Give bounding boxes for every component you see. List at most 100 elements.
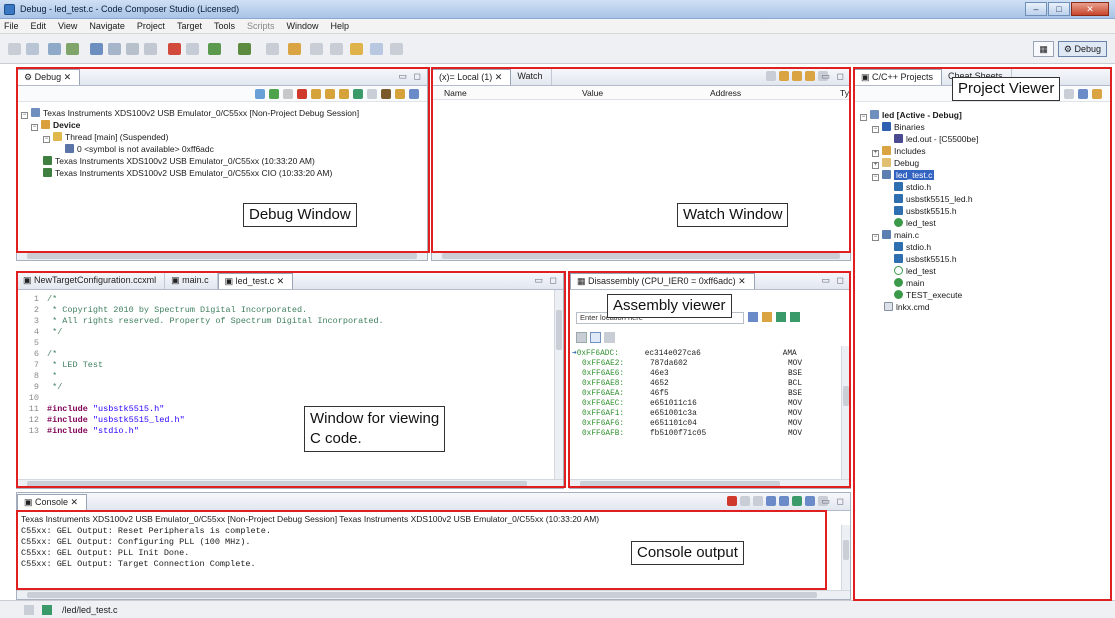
menu-tools[interactable]: Tools bbox=[214, 19, 235, 33]
tree-item-led-out[interactable]: led.out - [C5500be] bbox=[894, 134, 978, 145]
tree-item-binaries[interactable]: − Binaries bbox=[872, 122, 925, 133]
filter-icon[interactable] bbox=[1092, 89, 1102, 99]
remove-expression-icon[interactable] bbox=[792, 71, 802, 81]
terminate-icon[interactable] bbox=[727, 496, 737, 506]
skip-icon[interactable] bbox=[186, 43, 199, 55]
vertical-scrollbar[interactable] bbox=[841, 346, 850, 479]
clear-console-icon[interactable] bbox=[753, 496, 763, 506]
check-icon[interactable] bbox=[42, 605, 52, 615]
collapse-icon[interactable]: − bbox=[872, 126, 879, 133]
tree-item-test-execute[interactable]: TEST_execute bbox=[894, 290, 962, 301]
tree-item-stdio-h-2[interactable]: stdio.h bbox=[894, 242, 931, 253]
prev-annotation-icon[interactable] bbox=[330, 43, 343, 55]
horizontal-scrollbar[interactable] bbox=[432, 251, 850, 260]
connect-icon[interactable] bbox=[395, 89, 405, 99]
tree-item-led-test-fn[interactable]: led_test bbox=[894, 218, 936, 229]
restart-icon[interactable] bbox=[126, 43, 139, 55]
go-icon[interactable] bbox=[748, 312, 758, 322]
view-minmax-icon[interactable]: ▭ ◻ bbox=[822, 496, 846, 507]
view-minmax-icon[interactable]: ▭ ◻ bbox=[399, 71, 423, 82]
tree-item-debug-folder[interactable]: + Debug bbox=[872, 158, 919, 169]
collapse-icon[interactable]: − bbox=[21, 112, 28, 119]
next-annotation-icon[interactable] bbox=[310, 43, 323, 55]
column-name[interactable]: Name bbox=[444, 88, 467, 98]
tab-watch[interactable]: Watch bbox=[511, 69, 552, 85]
restart-icon[interactable] bbox=[381, 89, 391, 99]
collapse-icon[interactable]: − bbox=[872, 174, 879, 181]
menu-window[interactable]: Window bbox=[286, 19, 318, 33]
tree-item-cio[interactable]: Texas Instruments XDS100v2 USB Emulator_… bbox=[43, 168, 332, 179]
reset-icon[interactable] bbox=[144, 43, 157, 55]
collapse-icon[interactable]: − bbox=[31, 124, 38, 131]
run-icon[interactable] bbox=[208, 43, 221, 55]
column-type[interactable]: Ty bbox=[840, 88, 849, 98]
forward-icon[interactable] bbox=[390, 43, 403, 55]
debug-perspective-button[interactable]: ⚙ Debug bbox=[1057, 41, 1107, 57]
resume-icon[interactable] bbox=[269, 89, 279, 99]
pin-icon[interactable] bbox=[288, 43, 301, 55]
menu-scripts[interactable]: Scripts bbox=[247, 19, 275, 33]
open-perspective-button[interactable]: ▦ bbox=[1033, 41, 1054, 57]
tab-debug[interactable]: ⚙ Debug ✕ bbox=[17, 69, 81, 85]
vertical-scrollbar[interactable] bbox=[841, 525, 850, 590]
step-over-icon[interactable] bbox=[325, 89, 335, 99]
save-icon[interactable] bbox=[26, 43, 39, 55]
lock-icon[interactable] bbox=[805, 71, 815, 81]
tab-locals[interactable]: (x)= Local (1) ✕ bbox=[432, 69, 512, 85]
tab-led-test-c[interactable]: ▣ led_test.c ✕ bbox=[217, 273, 294, 289]
scroll-lock-icon[interactable] bbox=[766, 496, 776, 506]
horizontal-scrollbar[interactable] bbox=[17, 479, 563, 488]
back-icon[interactable] bbox=[370, 43, 383, 55]
horizontal-scrollbar[interactable] bbox=[17, 590, 850, 599]
refresh-icon[interactable] bbox=[762, 312, 772, 322]
tab-main-c[interactable]: ▣ main.c bbox=[165, 273, 218, 289]
menu-file[interactable]: File bbox=[4, 19, 19, 33]
new-icon[interactable] bbox=[8, 43, 21, 55]
tree-item-usbstk5515-led-h[interactable]: usbstk5515_led.h bbox=[894, 194, 973, 205]
tree-item-frame[interactable]: 0 <symbol is not available> 0xff6adc bbox=[65, 144, 214, 155]
tree-item-includes[interactable]: + Includes bbox=[872, 146, 926, 157]
view-minmax-icon[interactable]: ▭ ◻ bbox=[822, 275, 846, 286]
add-expression-icon[interactable] bbox=[779, 71, 789, 81]
link-icon[interactable] bbox=[604, 332, 615, 343]
tree-item-usbstk5515-h[interactable]: usbstk5515.h bbox=[894, 206, 957, 217]
collapse-icon[interactable]: − bbox=[872, 234, 879, 241]
view-minmax-icon[interactable]: ▭ ◻ bbox=[822, 71, 846, 82]
new-item-icon[interactable] bbox=[24, 605, 34, 615]
tree-item-device[interactable]: − Device bbox=[31, 120, 80, 131]
view-menu-icon[interactable] bbox=[409, 89, 419, 99]
close-button[interactable]: ✕ bbox=[1071, 2, 1109, 16]
show-source-icon[interactable] bbox=[576, 332, 587, 343]
tree-item-emulator[interactable]: Texas Instruments XDS100v2 USB Emulator_… bbox=[43, 156, 315, 167]
horizontal-scrollbar[interactable] bbox=[570, 479, 850, 488]
tab-console[interactable]: ▣ Console ✕ bbox=[17, 494, 88, 510]
view-minmax-icon[interactable]: ▭ ◻ bbox=[535, 275, 559, 286]
remove-terminated-icon[interactable] bbox=[255, 89, 265, 99]
menu-target[interactable]: Target bbox=[177, 19, 202, 33]
tree-item-led-test-decl[interactable]: led_test bbox=[894, 266, 936, 277]
column-value[interactable]: Value bbox=[582, 88, 603, 98]
menu-project[interactable]: Project bbox=[137, 19, 165, 33]
assembly-step-icon[interactable] bbox=[353, 89, 363, 99]
step-over-icon[interactable] bbox=[790, 312, 800, 322]
step-icon[interactable] bbox=[108, 43, 121, 55]
view-menu-icon[interactable] bbox=[1078, 89, 1088, 99]
external-tools-icon[interactable] bbox=[238, 43, 251, 55]
remove-launch-icon[interactable] bbox=[740, 496, 750, 506]
last-edit-icon[interactable] bbox=[350, 43, 363, 55]
tree-item-main-c[interactable]: − main.c bbox=[872, 230, 919, 241]
tree-item-led-test-c[interactable]: − led_test.c bbox=[872, 170, 935, 181]
terminate-icon[interactable] bbox=[297, 89, 307, 99]
open-console-icon[interactable] bbox=[805, 496, 815, 506]
display-console-icon[interactable] bbox=[792, 496, 802, 506]
step-icon[interactable] bbox=[776, 312, 786, 322]
expand-icon[interactable]: + bbox=[872, 162, 879, 169]
step-into-icon[interactable] bbox=[311, 89, 321, 99]
tab-target-config[interactable]: ▣ NewTargetConfiguration.ccxml bbox=[17, 273, 166, 289]
minimize-button[interactable]: – bbox=[1025, 2, 1047, 16]
link-editor-icon[interactable] bbox=[1064, 89, 1074, 99]
build-icon[interactable] bbox=[66, 43, 79, 55]
search-icon[interactable] bbox=[266, 43, 279, 55]
menu-view[interactable]: View bbox=[58, 19, 77, 33]
breakpoint-icon[interactable] bbox=[168, 43, 181, 55]
